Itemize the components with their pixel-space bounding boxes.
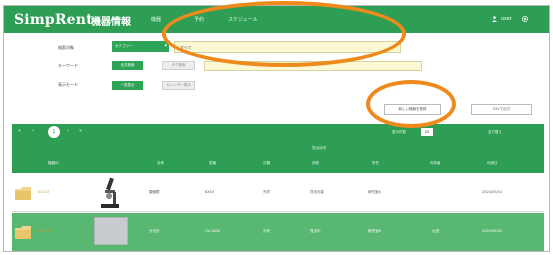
app-logo[interactable]: SimpRent [14,12,93,28]
next-page-button[interactable]: › [67,128,69,134]
page-size-label: 表示件数 [392,130,406,134]
first-page-button[interactable]: « [18,128,21,134]
lending-status-group-label: 貸出状況 [312,146,326,150]
table-header: 貸出状況 機器ID 名称 型番 分類 状態 所在 利用者 利用日 [12,140,544,173]
user-icon[interactable] [492,16,497,22]
sort-label[interactable]: 並び替え [488,130,502,135]
equipment-location: 研究室B [368,229,381,233]
highlight-oval-register-button [366,80,456,128]
column-header-user[interactable]: 利用者 [430,161,441,166]
column-header-location[interactable]: 所在 [372,161,379,166]
equipment-id-link[interactable]: 00123 [38,190,49,194]
table-row[interactable]: 00123 顕微鏡 BX53 光学 貸出可能 研究室A - 2024/05/01 [12,174,544,212]
search-target-label: 検索対象 [58,45,74,50]
page-size-select[interactable]: 20 [421,128,433,136]
column-header-status[interactable]: 状態 [312,161,319,166]
calendar-view-toggle[interactable]: カレンダー表示 [162,81,195,90]
equipment-user: 山田 [432,229,439,233]
column-header-date[interactable]: 利用日 [487,161,498,166]
equipment-date: 2024/05/01 [482,190,503,194]
equipment-model: BX53 [205,190,215,194]
display-mode-label: 表示モード [58,82,78,87]
equipment-category: 分析 [263,229,270,233]
list-view-toggle[interactable]: 一覧表示 [112,81,143,90]
equipment-name: 分光計 [149,229,160,233]
fulltext-search-toggle[interactable]: 全文検索 [112,61,143,70]
nav-item-equipment[interactable]: 機器 [151,16,161,23]
equipment-status: 貸出中 [310,229,321,233]
gear-icon[interactable] [521,15,529,23]
prev-page-button[interactable]: ‹ [32,128,34,134]
highlight-oval-dropdown [162,1,406,67]
equipment-location: 研究室A [368,190,381,194]
pagination-bar: « ‹ 1 › » 表示件数 20 並び替え [12,124,544,140]
export-csv-button[interactable]: CSVで出力 [471,104,532,115]
current-page[interactable]: 1 [48,126,60,138]
folder-icon [15,226,31,239]
page-title: 機器情報 [91,17,131,28]
user-name[interactable]: user [501,16,512,22]
column-header-id[interactable]: 機器ID [48,161,59,166]
table-row[interactable]: 00124 分光計 UV-1800 分析 貸出中 研究室B 山田 2024/05… [12,213,544,251]
equipment-user: - [432,190,434,194]
category-select-value: カテゴリー [115,44,133,48]
tag-search-toggle[interactable]: タグ検索 [162,61,195,70]
keyword-label: キーワード [58,63,78,68]
equipment-name: 顕微鏡 [149,190,160,194]
equipment-id-link[interactable]: 00124 [38,229,49,233]
microscope-thumbnail [101,177,119,208]
column-header-category[interactable]: 分類 [263,161,270,166]
folder-icon [15,187,31,200]
equipment-status: 貸出可能 [310,190,324,194]
last-page-button[interactable]: » [79,128,82,134]
image-placeholder [94,217,128,245]
column-header-model[interactable]: 型番 [209,161,216,166]
category-select[interactable]: カテゴリー ▾ [112,41,169,52]
column-header-name[interactable]: 名称 [157,161,164,166]
equipment-model: UV-1800 [205,229,220,233]
equipment-category: 光学 [263,190,270,194]
equipment-date: 2024/05/02 [482,229,503,233]
